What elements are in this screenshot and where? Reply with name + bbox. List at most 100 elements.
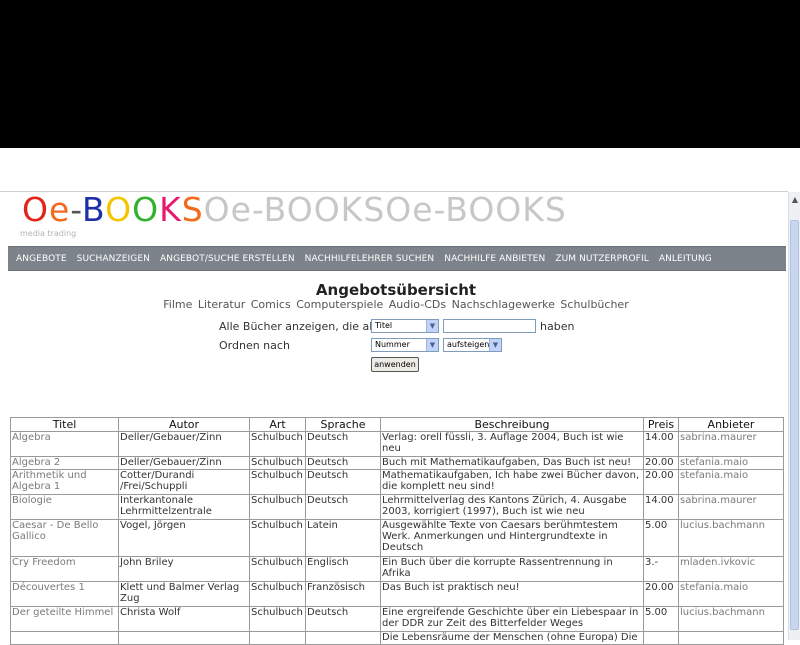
apply-button[interactable]: anwenden <box>371 357 419 372</box>
table-row: Biologie Interkantonale Lehrmittelzentral… <box>10 494 784 520</box>
filter-field-value: Titel <box>375 321 393 330</box>
logo-letter: O <box>22 190 49 229</box>
logo-echo-2: Oe-BOOKS <box>385 190 567 229</box>
filter-search-input[interactable] <box>443 319 536 333</box>
nav-item-nutzerprofil[interactable]: ZUM NUTZERPROFIL <box>555 254 649 264</box>
cell-seller[interactable]: mladen.ivkovic <box>678 556 784 582</box>
cell-seller[interactable]: sabrina.maurer <box>678 431 784 457</box>
logo-letter: e <box>48 190 71 229</box>
cell-author: Christa Wolf <box>118 606 250 632</box>
logo-letter: K <box>159 190 182 229</box>
cell-price: 14.00 <box>643 431 679 457</box>
cell-description: Verlag: orell füssli, 3. Auflage 2004, B… <box>380 431 644 457</box>
cell-price: 20.00 <box>643 469 679 495</box>
category-link-computerspiele[interactable]: Computerspiele <box>296 298 383 311</box>
cell-price: 20.00 <box>643 581 679 607</box>
cell-title[interactable]: Découvertes 1 <box>10 581 119 607</box>
cell-language: Deutsch <box>305 494 381 520</box>
cell-seller[interactable]: stefania.maio <box>678 581 784 607</box>
offers-table: Titel Autor Art Sprache Beschreibung Pre… <box>10 417 784 645</box>
vertical-scrollbar[interactable]: ▲ <box>788 192 800 640</box>
table-row: Algebra 2 Deller/Gebauer/Zinn Schulbuch Deu… <box>10 456 784 470</box>
cell-price: 5.00 <box>643 606 679 632</box>
cell-language: Französisch <box>305 581 381 607</box>
cell-author: John Briley <box>118 556 250 582</box>
category-link-audio-cds[interactable]: Audio-CDs <box>389 298 446 311</box>
cell-author: Vogel, Jörgen <box>118 519 250 557</box>
cell-price: 20.00 <box>643 456 679 470</box>
category-link-nachschlagewerke[interactable]: Nachschlagewerke <box>452 298 555 311</box>
scrollbar-thumb[interactable] <box>790 220 799 630</box>
cell-type: Schulbuch <box>249 494 306 520</box>
order-field-select[interactable]: Nummer ▼ <box>371 338 439 352</box>
cell-seller[interactable]: stefania.maio <box>678 456 784 470</box>
column-header-beschreibung[interactable]: Beschreibung <box>380 417 644 432</box>
nav-item-nachhilfelehrer-suchen[interactable]: NACHHILFELEHRER SUCHEN <box>305 254 435 264</box>
cell-type: Schulbuch <box>249 556 306 582</box>
order-direction-value: aufsteigend <box>447 340 495 349</box>
cell-description: Die Lebensräume der Menschen (ohne Europ… <box>380 631 644 645</box>
cell-type: Schulbuch <box>249 469 306 495</box>
cell-description: Das Buch ist praktisch neu! <box>380 581 644 607</box>
cell-price: 3.- <box>643 556 679 582</box>
cell-type: Schulbuch <box>249 431 306 457</box>
cell-price: 14.00 <box>643 494 679 520</box>
cell-description: Ein Buch über die korrupte Rassentrennun… <box>380 556 644 582</box>
category-link-literatur[interactable]: Literatur <box>198 298 245 311</box>
cell-type <box>249 631 306 645</box>
nav-item-nachhilfe-anbieten[interactable]: NACHHILFE ANBIETEN <box>444 254 545 264</box>
cell-title[interactable]: Algebra 2 <box>10 456 119 470</box>
nav-item-suchanzeigen[interactable]: SUCHANZEIGEN <box>77 254 150 264</box>
order-direction-select[interactable]: aufsteigend ▼ <box>443 338 502 352</box>
cell-price: 5.00 <box>643 519 679 557</box>
cell-type: Schulbuch <box>249 606 306 632</box>
cell-type: Schulbuch <box>249 456 306 470</box>
logo-letter: O <box>132 190 160 229</box>
cell-title[interactable]: Caesar - De Bello Gallico <box>10 519 119 557</box>
cell-author: Deller/Gebauer/Zinn <box>118 456 250 470</box>
cell-author: Klett und Balmer Verlag Zug <box>118 581 250 607</box>
table-row: Der geteilte Himmel Christa Wolf Schulbuch… <box>10 606 784 632</box>
cell-seller[interactable]: lucius.bachmann <box>678 606 784 632</box>
table-row: Arithmetik und Algebra 1 Cotter/Durandi /… <box>10 469 784 495</box>
cell-description: Eine ergreifende Geschichte über ein Lie… <box>380 606 644 632</box>
cell-seller[interactable]: stefania.maio <box>678 469 784 495</box>
cell-seller[interactable]: sabrina.maurer <box>678 494 784 520</box>
nav-item-anleitung[interactable]: ANLEITUNG <box>659 254 712 264</box>
cell-language: Deutsch <box>305 606 381 632</box>
logo-letter: - <box>70 190 83 229</box>
column-header-sprache[interactable]: Sprache <box>305 417 381 432</box>
category-link-schulbuecher[interactable]: Schulbücher <box>560 298 628 311</box>
scroll-up-arrow-icon[interactable]: ▲ <box>790 194 800 205</box>
category-link-comics[interactable]: Comics <box>251 298 291 311</box>
nav-item-angebote[interactable]: ANGEBOTE <box>16 254 67 264</box>
column-header-titel[interactable]: Titel <box>10 417 119 432</box>
cell-language: Deutsch <box>305 456 381 470</box>
category-link-filme[interactable]: Filme <box>163 298 192 311</box>
table-row: Découvertes 1 Klett und Balmer Verlag Zug… <box>10 581 784 607</box>
logo-colored-text: Oe-BOOKS <box>22 190 204 229</box>
cell-seller[interactable]: lucius.bachmann <box>678 519 784 557</box>
column-header-autor[interactable]: Autor <box>118 417 250 432</box>
cell-title[interactable] <box>10 631 119 645</box>
logo-letter: B <box>82 190 106 229</box>
column-header-preis[interactable]: Preis <box>643 417 679 432</box>
cell-title[interactable]: Arithmetik und Algebra 1 <box>10 469 119 495</box>
table-row: Caesar - De Bello Gallico Vogel, Jörgen Sc… <box>10 519 784 557</box>
cell-author <box>118 631 250 645</box>
column-header-art[interactable]: Art <box>249 417 306 432</box>
cell-title[interactable]: Algebra <box>10 431 119 457</box>
black-header-band <box>0 0 800 148</box>
filter-field-select[interactable]: Titel ▼ <box>371 319 439 333</box>
cell-title[interactable]: Der geteilte Himmel <box>10 606 119 632</box>
cell-seller[interactable] <box>678 631 784 645</box>
filter-show-label: Alle Bücher anzeigen, die als <box>219 320 379 333</box>
nav-item-angebot-erstellen[interactable]: ANGEBOT/SUCHE ERSTELLEN <box>160 254 295 264</box>
cell-title[interactable]: Biologie <box>10 494 119 520</box>
cell-language: Deutsch <box>305 469 381 495</box>
cell-description: Lehrmittelverlag des Kantons Zürich, 4. … <box>380 494 644 520</box>
site-logo[interactable]: Oe-BOOKSOe-BOOKSOe-BOOKS <box>22 190 567 230</box>
cell-title[interactable]: Cry Freedom <box>10 556 119 582</box>
column-header-anbieter[interactable]: Anbieter <box>678 417 784 432</box>
table-row: Algebra Deller/Gebauer/Zinn Schulbuch Deuts… <box>10 431 784 457</box>
